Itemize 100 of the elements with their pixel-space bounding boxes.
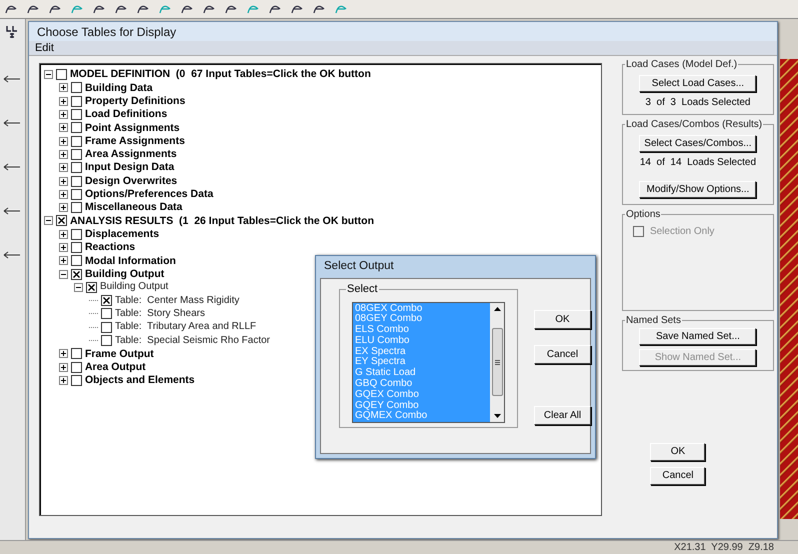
toolbar-tool-icon[interactable] [4, 3, 18, 15]
checkbox[interactable] [56, 215, 67, 226]
scroll-up-icon[interactable] [494, 306, 500, 310]
toolbar-tool-icon[interactable] [114, 3, 128, 15]
checkbox[interactable] [70, 162, 82, 174]
expand-icon[interactable] [58, 376, 68, 385]
tree-item-label[interactable]: Reactions [84, 242, 136, 253]
tree-item-label[interactable]: Property Definitions [84, 96, 186, 106]
tree-item-label[interactable]: Options/Preferences Data [84, 189, 214, 200]
scrollbar-thumb[interactable] [492, 328, 502, 396]
checkbox[interactable] [70, 136, 82, 147]
expand-icon[interactable] [58, 243, 68, 252]
checkbox[interactable] [56, 69, 67, 80]
checkbox[interactable] [70, 148, 82, 160]
expand-icon[interactable] [58, 123, 68, 132]
tree-item-label[interactable]: Input Design Data [84, 162, 174, 173]
tree-item-label[interactable]: ANALYSIS RESULTS (1 26 Input Tables=Click the OK button [70, 216, 374, 226]
toolbar-tool-icon[interactable] [48, 3, 62, 15]
expand-icon[interactable] [58, 203, 68, 212]
expand-icon[interactable] [58, 349, 68, 358]
checkbox[interactable] [86, 282, 97, 293]
tree-item-label[interactable]: Load Definitions [84, 109, 168, 120]
tree-item-label[interactable]: Table: Story Shears [114, 308, 205, 319]
dialog-button[interactable]: Select Cases/Combos... [639, 135, 756, 152]
arrow-icon[interactable] [3, 75, 22, 83]
tree-item-label[interactable]: Building Data [84, 82, 153, 94]
arrow-icon[interactable] [3, 207, 22, 215]
dialog-button[interactable]: Clear All [534, 406, 591, 425]
expand-icon[interactable] [58, 190, 68, 199]
checkbox[interactable] [100, 335, 112, 346]
tree-item-label[interactable]: Modal Information [84, 256, 176, 266]
toolbar-tool-icon[interactable] [202, 3, 216, 15]
checkbox[interactable] [70, 374, 82, 386]
scroll-down-icon[interactable] [494, 414, 500, 418]
toolbar-tool-icon[interactable] [26, 3, 40, 15]
expand-icon[interactable] [58, 230, 68, 239]
dialog-button[interactable]: OK [534, 310, 591, 329]
expand-icon[interactable] [58, 110, 68, 120]
checkbox[interactable] [100, 308, 112, 320]
tree-item-label[interactable]: Area Output [84, 362, 146, 372]
tree-item-label[interactable]: Design Overwrites [84, 176, 178, 186]
tree-item-label[interactable]: Area Assignments [84, 149, 177, 160]
checkbox[interactable] [70, 202, 82, 214]
toolbar-tool-icon[interactable] [92, 3, 106, 15]
tree-item-label[interactable]: Building Output [100, 282, 168, 292]
dialog-button[interactable]: Cancel [650, 467, 706, 485]
checkbox[interactable] [70, 242, 82, 253]
toolbar-tool-icon[interactable] [136, 3, 150, 15]
checkbox[interactable] [70, 268, 82, 280]
collapse-icon[interactable] [44, 216, 53, 226]
checkbox[interactable] [70, 82, 82, 94]
arrow-icon[interactable] [3, 163, 22, 171]
toolbar-tool-icon[interactable] [180, 3, 194, 15]
expand-icon[interactable] [58, 362, 68, 372]
collapse-icon[interactable] [44, 70, 53, 80]
tree-item-label[interactable]: Frame Output [84, 348, 154, 360]
toolbar-tool-icon[interactable] [290, 3, 304, 15]
checkbox[interactable] [70, 228, 82, 240]
expand-icon[interactable] [58, 176, 68, 186]
tree-item-label[interactable]: Displacements [84, 228, 160, 240]
tree-item-label[interactable]: MODEL DEFINITION (0 67 Input Tables=Click the OK button [70, 69, 371, 80]
toolbar-tool-icon[interactable] [268, 3, 282, 15]
checkbox[interactable] [70, 188, 82, 200]
expand-icon[interactable] [58, 136, 68, 146]
dialog-button[interactable]: Modify/Show Options... [639, 181, 756, 198]
tree-item-label[interactable]: Objects and Elements [84, 375, 195, 386]
expand-icon[interactable] [58, 150, 68, 159]
expand-icon[interactable] [58, 256, 68, 266]
dialog-button[interactable]: Save Named Set... [639, 328, 756, 345]
dialog-button[interactable]: Cancel [534, 345, 591, 364]
checkbox[interactable] [100, 322, 112, 333]
checkbox[interactable] [70, 362, 82, 373]
collapse-icon[interactable] [58, 270, 68, 279]
checkbox[interactable] [70, 255, 82, 266]
checkbox[interactable] [100, 295, 112, 306]
checkbox[interactable] [70, 122, 82, 134]
status-bar-coordinates: X21.31 Y29.99 Z9.18 [674, 541, 774, 554]
menu-item[interactable]: Edit [34, 40, 54, 56]
tree-item-label[interactable]: Table: Special Seismic Rho Factor [114, 336, 270, 346]
expand-icon[interactable] [58, 96, 68, 106]
expand-icon[interactable] [58, 83, 68, 92]
checkbox[interactable] [70, 348, 82, 360]
tree-item-label[interactable]: Building Output [84, 268, 164, 280]
toolbar-tool-icon[interactable] [224, 3, 238, 15]
tree-item-label[interactable]: Miscellaneous Data [84, 202, 182, 213]
tree-item-label[interactable]: Table: Tributary Area and RLLF [114, 322, 256, 332]
tree-item-label[interactable]: Table: Center Mass Rigidity [114, 296, 240, 306]
checkbox[interactable] [70, 109, 82, 120]
tree-item-label[interactable]: Frame Assignments [84, 136, 185, 146]
toolbar-tool-icon[interactable] [312, 3, 326, 15]
dialog-button[interactable]: OK [650, 443, 706, 461]
arrow-icon[interactable] [3, 119, 22, 127]
arrow-icon[interactable] [3, 251, 22, 259]
dialog-button[interactable]: Select Load Cases... [639, 75, 756, 92]
checkbox[interactable] [70, 96, 82, 107]
tree-item-label[interactable]: Point Assignments [84, 122, 180, 134]
scrollbar[interactable] [490, 302, 504, 422]
expand-icon[interactable] [58, 163, 68, 172]
collapse-icon[interactable] [74, 282, 83, 292]
checkbox[interactable] [70, 176, 82, 187]
